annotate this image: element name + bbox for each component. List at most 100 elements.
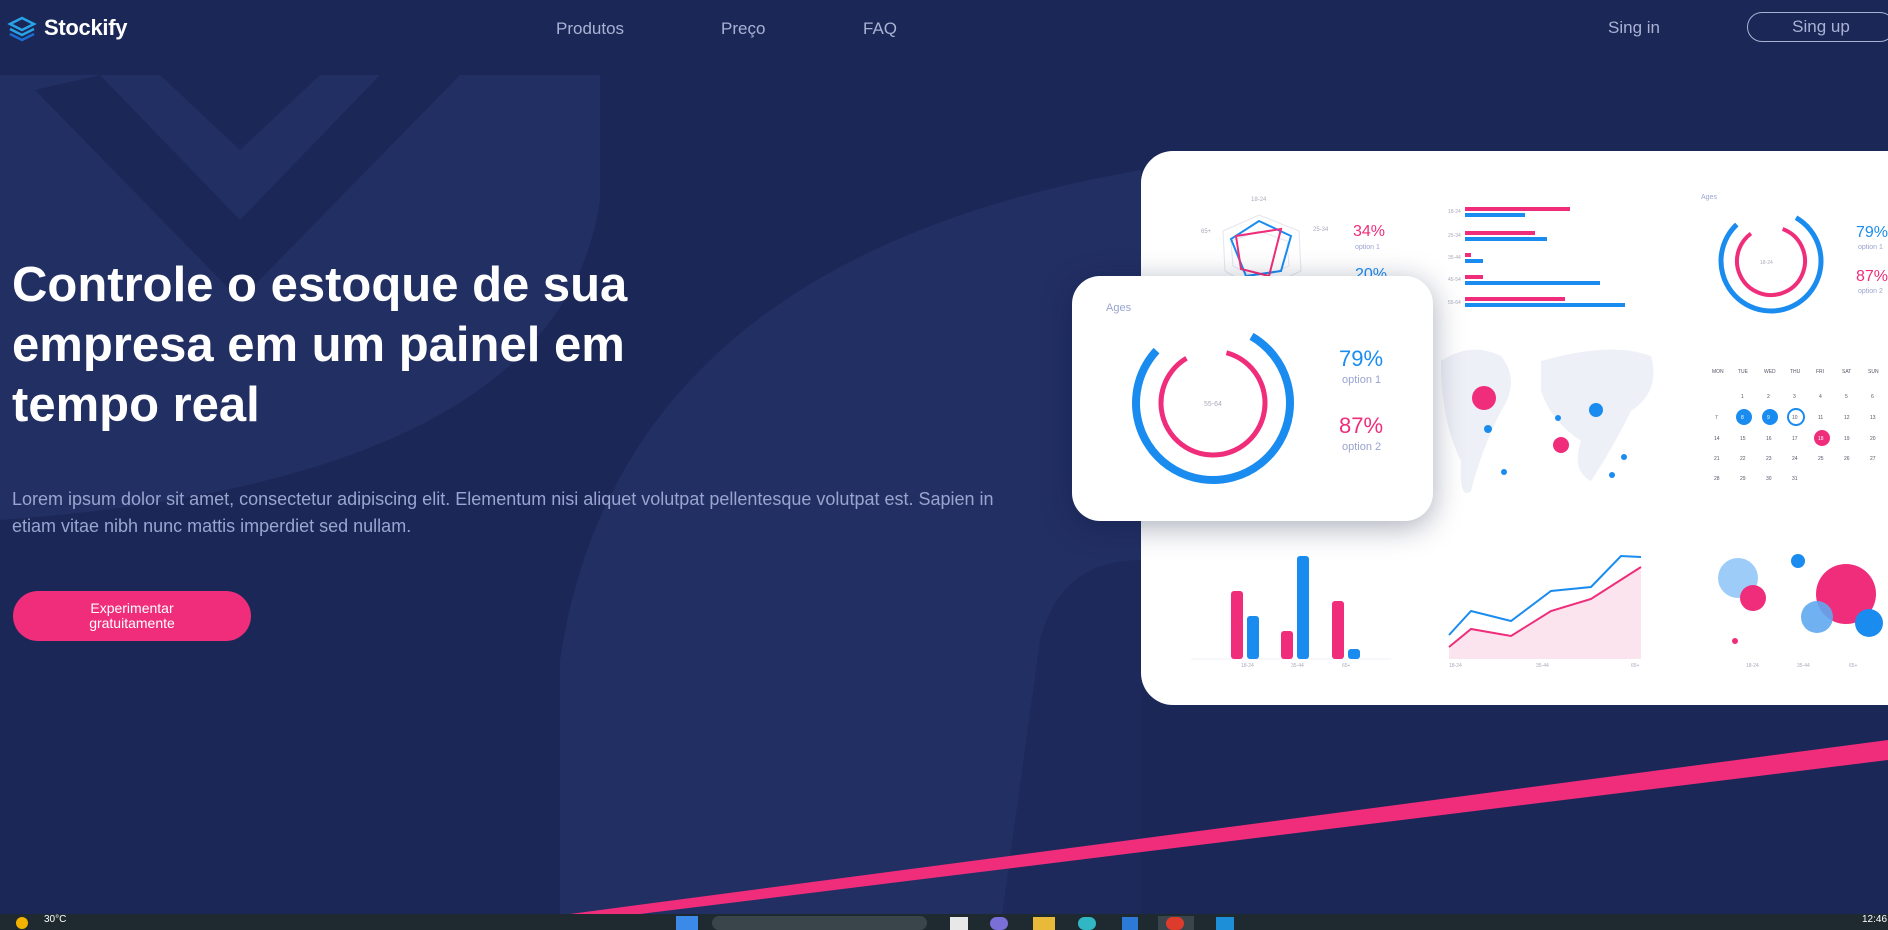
radar-pct1: 34%	[1353, 223, 1385, 240]
svg-text:28: 28	[1714, 476, 1720, 482]
svg-text:SUN: SUN	[1868, 369, 1879, 375]
svg-text:MON: MON	[1712, 369, 1724, 375]
weather-temp: 30°C	[44, 914, 67, 925]
weather-icon	[16, 917, 28, 929]
top-navbar: Stockify Produtos Preço FAQ Sing in Sing…	[0, 0, 1888, 60]
svg-text:26: 26	[1844, 456, 1850, 462]
svg-text:THU: THU	[1790, 369, 1801, 375]
svg-text:TUE: TUE	[1738, 369, 1749, 375]
svg-text:18-24: 18-24	[1241, 663, 1254, 669]
svg-text:2: 2	[1767, 394, 1770, 400]
svg-text:35-44: 35-44	[1797, 663, 1810, 669]
hero-title: Controle o estoque de sua empresa em um …	[12, 258, 628, 432]
taskbar-search[interactable]	[712, 916, 927, 930]
svg-text:14: 14	[1714, 436, 1720, 442]
option2-percent: 87%	[1339, 413, 1384, 438]
bubble-chart: 18-24 35-44 65+	[1718, 554, 1883, 669]
svg-text:21: 21	[1714, 456, 1720, 462]
svg-text:87%: 87%	[1856, 268, 1888, 285]
svg-text:4: 4	[1819, 394, 1822, 400]
start-icon[interactable]	[676, 916, 698, 930]
svg-text:8: 8	[1741, 415, 1744, 421]
nav-link-preco[interactable]: Preço	[721, 19, 765, 39]
sign-up-button[interactable]: Sing up	[1747, 12, 1888, 42]
svg-text:13: 13	[1870, 415, 1876, 421]
app-icon[interactable]	[950, 917, 968, 930]
ages-card: Ages 55-64 79% option 1 87% option 2	[1072, 276, 1433, 521]
top-right-donut-chart: Ages 18-24 79% option 1 87% option 2	[1701, 194, 1888, 314]
try-free-label: Experimentar gratuitamente	[89, 600, 175, 631]
svg-text:WED: WED	[1764, 369, 1776, 375]
svg-text:12: 12	[1844, 415, 1850, 421]
svg-text:18-24: 18-24	[1448, 209, 1461, 215]
svg-text:SAT: SAT	[1842, 369, 1851, 375]
option2-label: option 2	[1342, 441, 1382, 453]
clock: 12:46	[1862, 914, 1888, 925]
svg-text:9: 9	[1767, 415, 1770, 421]
svg-text:55-64: 55-64	[1448, 300, 1461, 306]
stockify-logo-icon	[7, 16, 37, 42]
svg-text:79%: 79%	[1856, 224, 1888, 241]
svg-text:Ages: Ages	[1701, 194, 1717, 201]
svg-text:24: 24	[1792, 456, 1798, 462]
svg-text:22: 22	[1740, 456, 1746, 462]
svg-text:option 2: option 2	[1858, 288, 1883, 295]
svg-text:35-44: 35-44	[1536, 663, 1549, 669]
svg-text:65+: 65+	[1631, 663, 1640, 669]
svg-text:5: 5	[1845, 394, 1848, 400]
svg-text:7: 7	[1715, 415, 1718, 421]
svg-text:20: 20	[1870, 436, 1876, 442]
svg-text:18-24: 18-24	[1760, 260, 1773, 266]
svg-text:35-44: 35-44	[1291, 663, 1304, 669]
svg-text:35-44: 35-44	[1448, 255, 1461, 261]
browser-icon[interactable]	[1166, 917, 1184, 930]
hero-description: Lorem ipsum dolor sit amet, consectetur …	[12, 489, 994, 536]
app-icon[interactable]	[1122, 917, 1138, 930]
app-icon[interactable]	[1078, 917, 1096, 930]
svg-text:17: 17	[1792, 436, 1798, 442]
svg-text:25: 25	[1818, 456, 1824, 462]
brand-name: Stockify	[44, 15, 128, 40]
svg-text:65+: 65+	[1849, 663, 1858, 669]
svg-text:option 1: option 1	[1858, 244, 1883, 251]
svg-text:18: 18	[1818, 436, 1824, 442]
app-icon[interactable]	[990, 917, 1008, 930]
svg-text:3: 3	[1793, 394, 1796, 400]
option1-percent: 79%	[1339, 346, 1384, 371]
svg-text:15: 15	[1740, 436, 1746, 442]
option1-label: option 1	[1342, 374, 1382, 386]
svg-text:31: 31	[1792, 476, 1798, 482]
svg-text:25-34: 25-34	[1448, 233, 1461, 239]
svg-text:1: 1	[1741, 394, 1744, 400]
try-free-button[interactable]: Experimentar gratuitamente	[13, 591, 251, 641]
line-chart: 18-24 35-44 65+	[1448, 554, 1642, 669]
vertical-bar-chart: 18-24 35-44 65+	[1191, 556, 1391, 669]
svg-text:65+: 65+	[1342, 663, 1351, 669]
nav-link-faq[interactable]: FAQ	[863, 19, 897, 39]
edge-icon[interactable]	[1216, 917, 1234, 930]
svg-text:FRI: FRI	[1816, 369, 1824, 375]
svg-text:23: 23	[1766, 456, 1772, 462]
nav-link-produtos[interactable]: Produtos	[556, 19, 624, 39]
brand-logo[interactable]: Stockify	[6, 14, 127, 42]
svg-text:18-24: 18-24	[1746, 663, 1759, 669]
svg-text:29: 29	[1740, 476, 1746, 482]
radar-tick-left: 65+	[1201, 229, 1212, 235]
folder-icon[interactable]	[1033, 917, 1055, 930]
svg-text:10: 10	[1792, 415, 1798, 421]
os-taskbar: 30°C 12:46	[0, 914, 1888, 930]
world-map-chart	[1441, 349, 1654, 493]
svg-text:11: 11	[1818, 415, 1823, 421]
radar-tick-right: 25-34	[1313, 227, 1329, 233]
svg-text:18-24: 18-24	[1449, 663, 1462, 669]
ages-center-label: 55-64	[1204, 401, 1222, 408]
radar-label1: option 1	[1355, 244, 1380, 251]
sign-in-link[interactable]: Sing in	[1608, 18, 1660, 38]
horizontal-bar-chart: 18-24 25-34 35-44 45-54 55-64	[1448, 207, 1625, 307]
svg-text:16: 16	[1766, 436, 1772, 442]
radar-tick-top: 18-24	[1251, 197, 1267, 203]
svg-text:19: 19	[1844, 436, 1850, 442]
svg-text:6: 6	[1871, 394, 1874, 400]
svg-text:30: 30	[1766, 476, 1772, 482]
calendar-widget: MON TUE WED THU FRI SAT SUN 1 2 3 4 5 6 …	[1712, 369, 1879, 482]
